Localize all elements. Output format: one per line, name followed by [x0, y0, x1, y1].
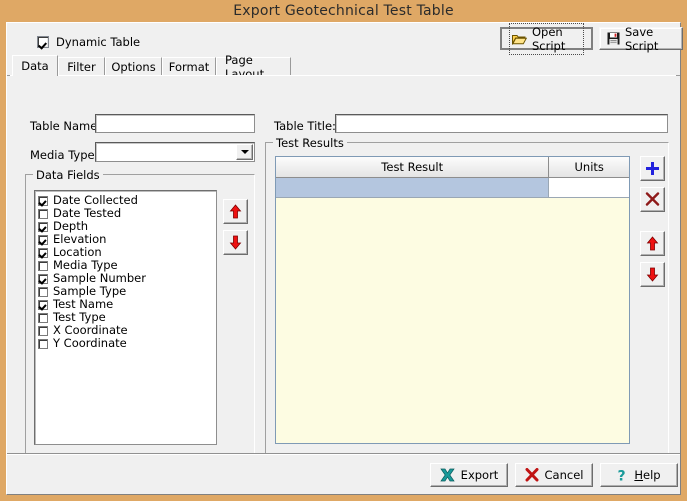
footer-button-bar: Export Cancel ? Help: [7, 454, 680, 494]
tab-strip: Data Filter Options Format Page Layout: [7, 53, 680, 81]
media-type-label: Media Type:: [30, 148, 99, 162]
export-label: Export: [460, 468, 499, 482]
dynamic-table-label: Dynamic Table: [56, 35, 141, 49]
cancel-x-icon: [525, 468, 539, 482]
checkbox-icon[interactable]: [38, 208, 48, 219]
tab-format[interactable]: Format: [162, 57, 216, 76]
arrow-up-icon: [646, 236, 659, 251]
top-toolbar: Dynamic Table Open Script Save Script: [7, 22, 683, 56]
tab-data-label: Data: [21, 59, 49, 73]
question-mark-icon: ?: [617, 468, 628, 483]
table-title-input[interactable]: [335, 114, 668, 133]
checkbox-icon[interactable]: [38, 312, 48, 323]
arrow-down-icon: [229, 235, 242, 250]
data-fields-move-up-button[interactable]: [223, 199, 248, 224]
help-button[interactable]: ? Help: [600, 463, 678, 487]
tab-options-label: Options: [111, 60, 156, 74]
tab-data[interactable]: Data: [12, 55, 58, 76]
tab-format-label: Format: [168, 60, 210, 74]
cancel-button[interactable]: Cancel: [515, 463, 593, 487]
delete-x-icon: [645, 192, 660, 206]
list-item[interactable]: Y Coordinate: [38, 337, 216, 350]
help-label: Help: [634, 468, 660, 482]
export-excel-icon: [439, 468, 455, 482]
checkbox-icon[interactable]: [38, 338, 48, 349]
test-results-delete-button[interactable]: [640, 187, 665, 212]
list-item-label: Y Coordinate: [53, 336, 127, 350]
table-name-input[interactable]: [95, 114, 255, 133]
page-title: Export Geotechnical Test Table: [233, 3, 454, 19]
tab-options[interactable]: Options: [105, 57, 162, 76]
export-button[interactable]: Export: [430, 463, 508, 487]
checkbox-icon[interactable]: [38, 247, 48, 258]
window-title-bar: Export Geotechnical Test Table: [0, 0, 687, 22]
checkbox-icon[interactable]: [37, 36, 49, 48]
checkbox-icon[interactable]: [38, 195, 48, 206]
column-header-units[interactable]: Units: [549, 157, 629, 177]
checkbox-icon[interactable]: [38, 286, 48, 297]
open-script-label: Open Script: [532, 24, 566, 53]
arrow-down-icon: [646, 267, 659, 282]
help-label-rest: elp: [643, 468, 661, 482]
dialog-window: Export Geotechnical Test Table Dynamic T…: [0, 0, 687, 501]
test-results-grid[interactable]: Test Result Units: [275, 156, 630, 444]
cell-test-result[interactable]: [276, 178, 550, 197]
help-label-accel: H: [634, 468, 644, 482]
data-fields-list[interactable]: Date Collected Date Tested Depth Elevation L…: [34, 190, 217, 445]
save-script-label: Save Script: [625, 24, 659, 53]
table-title-label: Table Title:: [274, 119, 336, 133]
save-script-button[interactable]: Save Script: [599, 24, 683, 53]
dialog-client-area: Dynamic Table Open Script Save Script Da…: [6, 22, 683, 495]
checkbox-icon[interactable]: [38, 221, 48, 232]
data-fields-move-down-button[interactable]: [223, 230, 248, 255]
checkbox-icon[interactable]: [38, 273, 48, 284]
folder-open-icon: [512, 33, 527, 45]
plus-icon: [646, 162, 659, 175]
table-row[interactable]: [276, 178, 629, 198]
cell-units[interactable]: [549, 178, 629, 197]
checkbox-icon[interactable]: [38, 260, 48, 271]
tab-page-layout[interactable]: Page Layout: [216, 53, 291, 81]
column-header-test-result[interactable]: Test Result: [276, 157, 550, 177]
dynamic-table-checkbox[interactable]: Dynamic Table: [37, 35, 140, 49]
open-script-inner: Open Script: [509, 22, 584, 55]
test-results-add-button[interactable]: [640, 156, 665, 181]
tab-filter[interactable]: Filter: [58, 57, 105, 76]
checkbox-icon[interactable]: [38, 234, 48, 245]
floppy-disk-save-icon: [607, 32, 620, 45]
checkbox-icon[interactable]: [38, 325, 48, 336]
test-results-grid-header: Test Result Units: [276, 157, 629, 178]
data-fields-group-title: Data Fields: [33, 168, 103, 182]
open-script-button[interactable]: Open Script: [500, 22, 593, 55]
tab-page-data: Table Name: Table Title: Media Type: Dat…: [10, 75, 676, 464]
cancel-label: Cancel: [544, 468, 584, 482]
test-results-move-down-button[interactable]: [640, 262, 665, 287]
svg-text:?: ?: [618, 468, 626, 483]
test-results-group-title: Test Results: [273, 136, 347, 150]
checkbox-icon[interactable]: [38, 299, 48, 310]
media-type-select[interactable]: [95, 142, 255, 162]
tab-filter-label: Filter: [67, 60, 96, 74]
arrow-up-icon: [229, 204, 242, 219]
table-name-label: Table Name:: [30, 119, 102, 133]
test-results-move-up-button[interactable]: [640, 231, 665, 256]
chevron-down-icon[interactable]: [236, 144, 253, 160]
